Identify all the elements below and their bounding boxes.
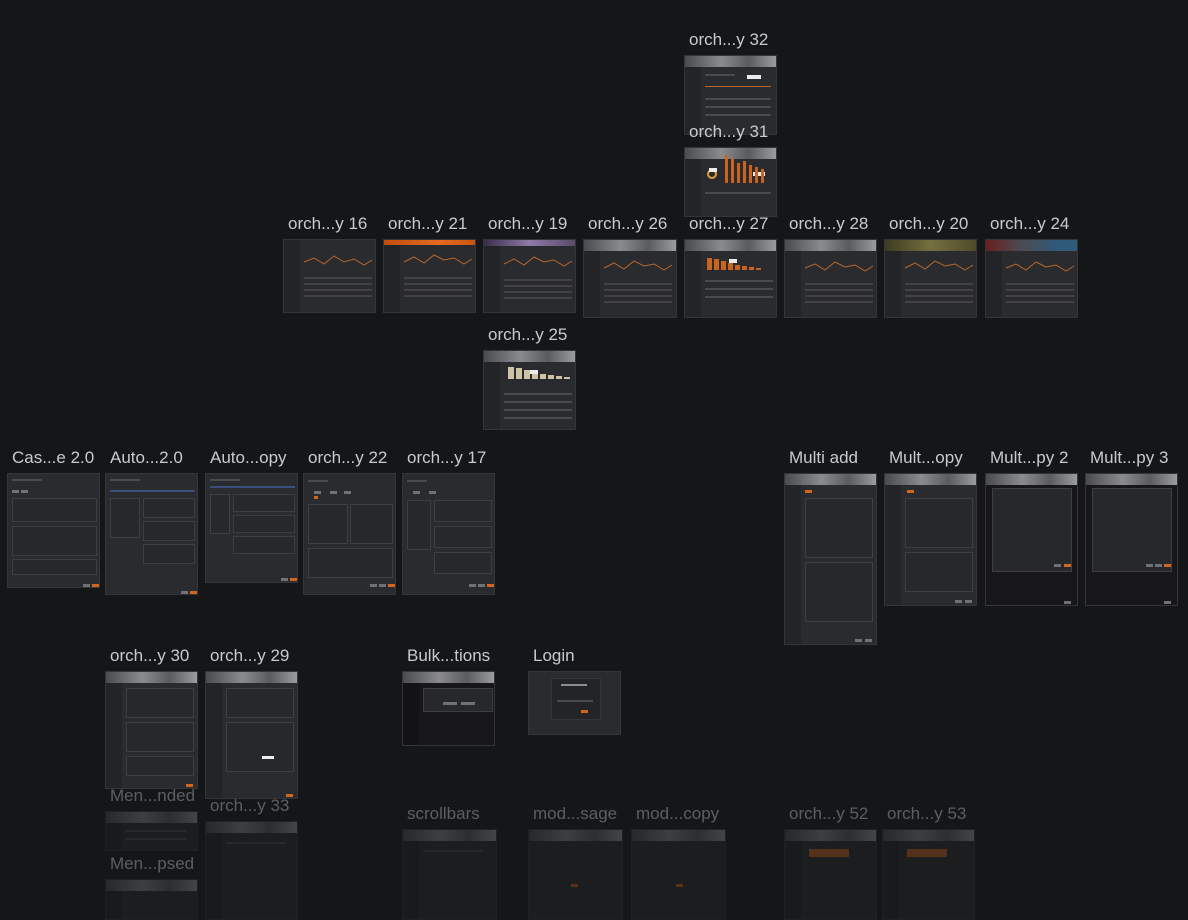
- frame-label-orch-33[interactable]: orch...y 33: [210, 796, 289, 816]
- frame-thumb-scrollbars[interactable]: [402, 829, 497, 920]
- design-canvas[interactable]: orch...y 32 orch...y 31 orch...y 16 orch…: [0, 0, 1188, 920]
- frame-label-scrollbars[interactable]: scrollbars: [407, 804, 480, 824]
- frame-thumb-orch-52[interactable]: [784, 829, 877, 920]
- frame-thumb-mod-copy[interactable]: [631, 829, 726, 920]
- frame-label-mod-copy[interactable]: mod...copy: [636, 804, 719, 824]
- frame-thumb-orch-28[interactable]: [784, 239, 877, 318]
- frame-label-auto-copy[interactable]: Auto...opy: [210, 448, 287, 468]
- frame-thumb-orch-20[interactable]: [884, 239, 977, 318]
- frame-label-multi-add[interactable]: Multi add: [789, 448, 858, 468]
- frame-thumb-orch-19[interactable]: [483, 239, 576, 313]
- frame-label-orch-21[interactable]: orch...y 21: [388, 214, 467, 234]
- frame-label-multi-copy-3[interactable]: Mult...py 3: [1090, 448, 1168, 468]
- frame-thumb-orch-17[interactable]: [402, 473, 495, 595]
- frame-label-multi-copy[interactable]: Mult...opy: [889, 448, 963, 468]
- frame-label-case-2[interactable]: Cas...e 2.0: [12, 448, 94, 468]
- frame-thumb-case-2[interactable]: [7, 473, 100, 588]
- frame-label-menu-expanded[interactable]: Men...nded: [110, 786, 195, 806]
- frame-thumb-orch-25[interactable]: [483, 350, 576, 430]
- frame-thumb-multi-copy[interactable]: [884, 473, 977, 606]
- frame-thumb-orch-24[interactable]: [985, 239, 1078, 318]
- frame-thumb-menu-collapsed[interactable]: [105, 879, 198, 920]
- frame-thumb-orch-30[interactable]: [105, 671, 198, 789]
- frame-label-orch-20[interactable]: orch...y 20: [889, 214, 968, 234]
- frame-thumb-auto-copy[interactable]: [205, 473, 298, 583]
- frame-label-orch-19[interactable]: orch...y 19: [488, 214, 567, 234]
- frame-thumb-orch-26[interactable]: [583, 239, 677, 318]
- frame-label-login[interactable]: Login: [533, 646, 575, 666]
- frame-label-bulk-actions[interactable]: Bulk...tions: [407, 646, 490, 666]
- frame-label-orch-32[interactable]: orch...y 32: [689, 30, 768, 50]
- frame-thumb-orch-53[interactable]: [882, 829, 975, 920]
- frame-label-orch-24[interactable]: orch...y 24: [990, 214, 1069, 234]
- frame-thumb-orch-22[interactable]: [303, 473, 396, 595]
- frame-label-orch-26[interactable]: orch...y 26: [588, 214, 667, 234]
- frame-label-multi-copy-2[interactable]: Mult...py 2: [990, 448, 1068, 468]
- frame-thumb-multi-add[interactable]: [784, 473, 877, 645]
- frame-label-orch-30[interactable]: orch...y 30: [110, 646, 189, 666]
- frame-label-orch-31[interactable]: orch...y 31: [689, 122, 768, 142]
- frame-label-auto-2[interactable]: Auto...2.0: [110, 448, 183, 468]
- frame-label-orch-29[interactable]: orch...y 29: [210, 646, 289, 666]
- frame-thumb-menu-expanded[interactable]: [105, 811, 198, 851]
- frame-label-mod-message[interactable]: mod...sage: [533, 804, 617, 824]
- frame-thumb-multi-copy-3[interactable]: [1085, 473, 1178, 606]
- frame-label-orch-17[interactable]: orch...y 17: [407, 448, 486, 468]
- frame-thumb-auto-2[interactable]: [105, 473, 198, 595]
- frame-thumb-orch-31[interactable]: [684, 147, 777, 217]
- frame-label-orch-28[interactable]: orch...y 28: [789, 214, 868, 234]
- frame-thumb-orch-29[interactable]: [205, 671, 298, 799]
- frame-thumb-orch-16[interactable]: [283, 239, 376, 313]
- frame-label-orch-52[interactable]: orch...y 52: [789, 804, 868, 824]
- frame-thumb-orch-27[interactable]: [684, 239, 777, 318]
- frame-label-orch-25[interactable]: orch...y 25: [488, 325, 567, 345]
- frame-thumb-multi-copy-2[interactable]: [985, 473, 1078, 606]
- frame-thumb-orch-21[interactable]: [383, 239, 476, 313]
- frame-label-menu-collapsed[interactable]: Men...psed: [110, 854, 194, 874]
- frame-thumb-mod-message[interactable]: [528, 829, 623, 920]
- frame-label-orch-16[interactable]: orch...y 16: [288, 214, 367, 234]
- frame-thumb-bulk-actions[interactable]: [402, 671, 495, 746]
- frame-label-orch-22[interactable]: orch...y 22: [308, 448, 387, 468]
- frame-thumb-orch-33[interactable]: [205, 821, 298, 920]
- frame-thumb-login[interactable]: [528, 671, 621, 735]
- frame-label-orch-27[interactable]: orch...y 27: [689, 214, 768, 234]
- frame-label-orch-53[interactable]: orch...y 53: [887, 804, 966, 824]
